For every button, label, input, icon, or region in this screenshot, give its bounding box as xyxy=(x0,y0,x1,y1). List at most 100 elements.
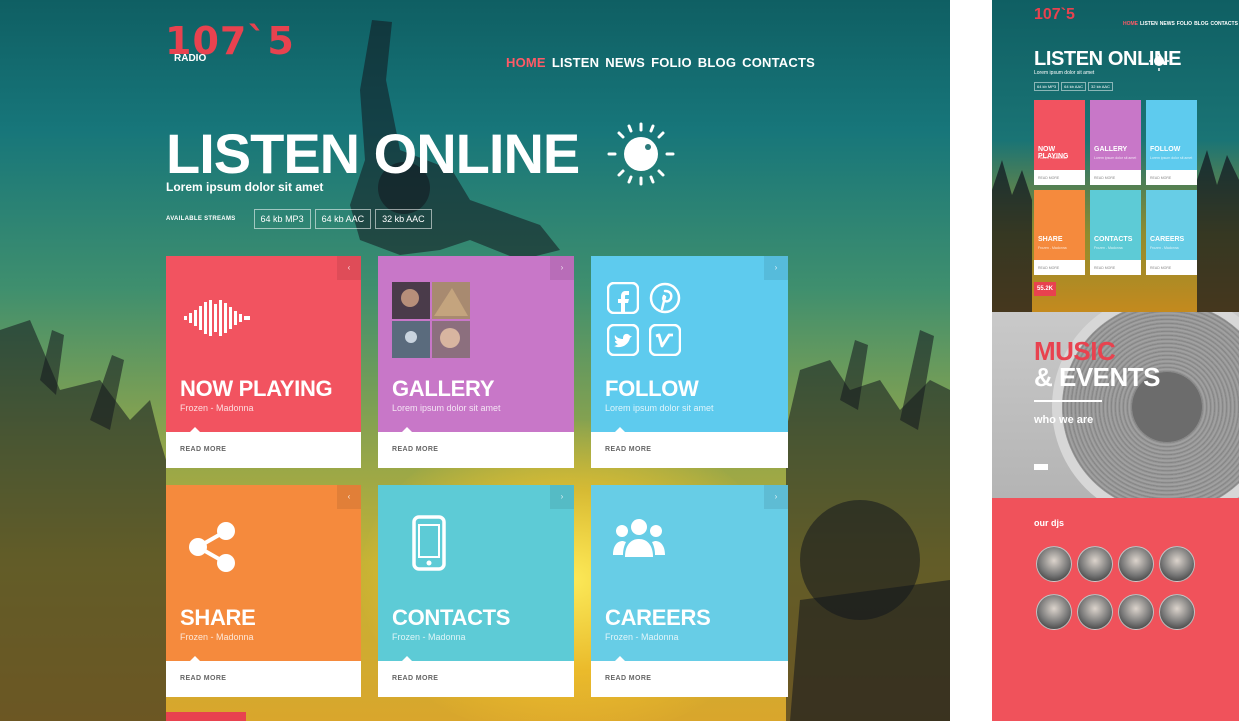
twitter-icon[interactable] xyxy=(607,324,639,356)
preview-read-more[interactable]: READ MORE xyxy=(1034,170,1085,185)
pinterest-icon[interactable] xyxy=(649,282,681,314)
dj-card[interactable] xyxy=(1036,546,1072,582)
vimeo-icon[interactable] xyxy=(649,324,681,356)
phone-icon xyxy=(412,515,446,571)
tile-title: CONTACTS xyxy=(392,605,511,630)
preview-tile-share[interactable]: SHARE Frozen - Madonna READ MORE xyxy=(1034,190,1085,275)
nav-blog[interactable]: BLOG xyxy=(698,55,736,70)
page-title: LISTEN ONLINE xyxy=(166,122,580,185)
tile-share[interactable]: ‹ SHARE Frozen - Madonna READ MORE xyxy=(166,485,361,697)
preview-tile-now-playing[interactable]: NOW PLAYING Frozen - Madonna READ MORE xyxy=(1034,100,1085,185)
read-more-link[interactable]: READ MORE xyxy=(591,656,788,697)
sound-wave-icon xyxy=(184,300,250,336)
avatar xyxy=(1159,594,1195,630)
preview-read-more[interactable]: READ MORE xyxy=(1034,260,1085,275)
dj-card[interactable] xyxy=(1118,546,1154,582)
avatar xyxy=(1036,594,1072,630)
preview-tile-careers[interactable]: CAREERS Frozen - Madonna READ MORE xyxy=(1146,190,1197,275)
stream-64-mp3[interactable]: 64 kb MP3 xyxy=(253,209,311,229)
tile-grid: ‹ NOW PLAYING Frozen - Madonna READ MORE xyxy=(166,256,788,697)
hero-section: 107`5 RADIO HOME LISTEN NEWS FOLIO BLOG … xyxy=(0,0,950,721)
our-djs-heading: our djs xyxy=(1034,518,1065,528)
preview-nav-folio[interactable]: FOLIO xyxy=(1177,21,1192,27)
nav-listen[interactable]: LISTEN xyxy=(552,55,599,70)
preview-read-more[interactable]: READ MORE xyxy=(1146,260,1197,275)
read-more-link[interactable]: READ MORE xyxy=(166,656,361,697)
read-more-link[interactable]: READ MORE xyxy=(591,427,788,468)
tile-corner-icon: ‹ xyxy=(337,256,361,280)
preview-read-more[interactable]: READ MORE xyxy=(1146,170,1197,185)
avatar xyxy=(1118,594,1154,630)
page: 107`5 RADIO HOME LISTEN NEWS FOLIO BLOG … xyxy=(0,0,1239,721)
dj-card[interactable] xyxy=(1118,594,1154,630)
nav-home[interactable]: HOME xyxy=(506,55,546,70)
preview-tile-caption: Frozen - Madonna xyxy=(1094,246,1123,250)
more-button[interactable] xyxy=(1034,464,1048,470)
preview-nav-news[interactable]: NEWS xyxy=(1160,21,1175,27)
page-preview: 107`5 HOME LISTEN NEWS FOLIO BLOG CONTAC… xyxy=(992,0,1239,721)
preview-tile-contacts[interactable]: CONTACTS Frozen - Madonna READ MORE xyxy=(1090,190,1141,275)
tile-follow[interactable]: › FOLLOW Lorem ipsum dolor sit amet READ… xyxy=(591,256,788,468)
preview-djs-section: our djs xyxy=(992,498,1239,721)
preview-stream-64-aac[interactable]: 64 kb AAC xyxy=(1061,82,1087,91)
preview-tile-follow[interactable]: FOLLOW Lorem ipsum dolor sit amet READ MOR… xyxy=(1146,100,1197,185)
nav-contacts[interactable]: CONTACTS xyxy=(742,55,815,70)
dj-card[interactable] xyxy=(1159,546,1195,582)
nav-news[interactable]: NEWS xyxy=(605,55,645,70)
tile-gallery[interactable]: › GALLERY Lorem ipsum dolor sit amet REA… xyxy=(378,256,574,468)
avatar xyxy=(1159,546,1195,582)
tile-corner-icon: › xyxy=(764,256,788,280)
preview-nav-listen[interactable]: LISTEN xyxy=(1140,21,1158,27)
preview-nav: HOME LISTEN NEWS FOLIO BLOG CONTACTS xyxy=(1123,21,1238,27)
preview-tile-title: GALLERY xyxy=(1094,146,1128,153)
tile-caption: Lorem ipsum dolor sit amet xyxy=(392,403,501,413)
people-icon xyxy=(613,519,665,557)
stream-32-aac[interactable]: 32 kb AAC xyxy=(375,209,432,229)
avatar xyxy=(1077,594,1113,630)
preview-tile-caption: Frozen - Madonna xyxy=(1038,246,1067,250)
tile-corner-icon: › xyxy=(764,485,788,509)
preview-read-more[interactable]: READ MORE xyxy=(1090,260,1141,275)
preview-stream-64-mp3[interactable]: 64 kb MP3 xyxy=(1034,82,1060,91)
dj-card[interactable] xyxy=(1159,594,1195,630)
volume-knob-icon[interactable] xyxy=(604,122,678,186)
preview-nav-home[interactable]: HOME xyxy=(1123,21,1138,27)
preview-tile-caption: Lorem ipsum dolor sit amet xyxy=(1150,156,1193,160)
page-subtitle: Lorem ipsum dolor sit amet xyxy=(166,180,324,194)
facebook-icon[interactable] xyxy=(607,282,639,314)
tile-corner-icon: › xyxy=(550,256,574,280)
tile-caption: Lorem ipsum dolor sit amet xyxy=(605,403,714,413)
preview-stream-32-aac[interactable]: 32 kb AAC xyxy=(1088,82,1113,91)
preview-streams: 64 kb MP3 64 kb AAC 32 kb AAC xyxy=(1034,82,1113,91)
dj-card[interactable] xyxy=(1077,546,1113,582)
tile-caption: Frozen - Madonna xyxy=(180,632,254,642)
dj-card[interactable] xyxy=(1036,594,1072,630)
preview-tile-grid: NOW PLAYING Frozen - Madonna READ MORE GAL… xyxy=(1034,100,1197,275)
tile-title: GALLERY xyxy=(392,376,495,401)
nav-folio[interactable]: FOLIO xyxy=(651,55,692,70)
read-more-link[interactable]: READ MORE xyxy=(378,427,574,468)
bottom-accent-bar xyxy=(166,712,246,721)
stream-64-aac[interactable]: 64 kb AAC xyxy=(314,209,372,229)
tile-careers[interactable]: › CAREERS Frozen - Madonna READ MORE xyxy=(591,485,788,697)
tile-title: SHARE xyxy=(180,605,256,630)
tile-now-playing[interactable]: ‹ NOW PLAYING Frozen - Madonna READ MORE xyxy=(166,256,361,468)
avatar xyxy=(1118,546,1154,582)
events-title-events: & EVENTS xyxy=(1034,362,1161,392)
dj-card[interactable] xyxy=(1077,594,1113,630)
listener-count-badge: 55.2K xyxy=(1034,282,1056,296)
preview-nav-contacts[interactable]: CONTACTS xyxy=(1211,21,1238,27)
preview-read-more[interactable]: READ MORE xyxy=(1090,170,1141,185)
preview-hero: 107`5 HOME LISTEN NEWS FOLIO BLOG CONTAC… xyxy=(992,0,1239,312)
read-more-link[interactable]: READ MORE xyxy=(166,427,361,468)
read-more-link[interactable]: READ MORE xyxy=(378,656,574,697)
tile-title: NOW PLAYING xyxy=(180,376,333,401)
preview-tile-gallery[interactable]: GALLERY Lorem ipsum dolor sit amet READ MO… xyxy=(1090,100,1141,185)
who-we-are-heading: who we are xyxy=(1034,414,1094,426)
tile-corner-icon: ‹ xyxy=(337,485,361,509)
preview-nav-blog[interactable]: BLOG xyxy=(1194,21,1208,27)
preview-tile-title: SHARE xyxy=(1038,236,1063,243)
share-icon xyxy=(189,522,235,572)
preview-events-section: MUSIC & EVENTS who we are xyxy=(992,312,1239,498)
tile-contacts[interactable]: › CONTACTS Frozen - Madonna READ MORE xyxy=(378,485,574,697)
